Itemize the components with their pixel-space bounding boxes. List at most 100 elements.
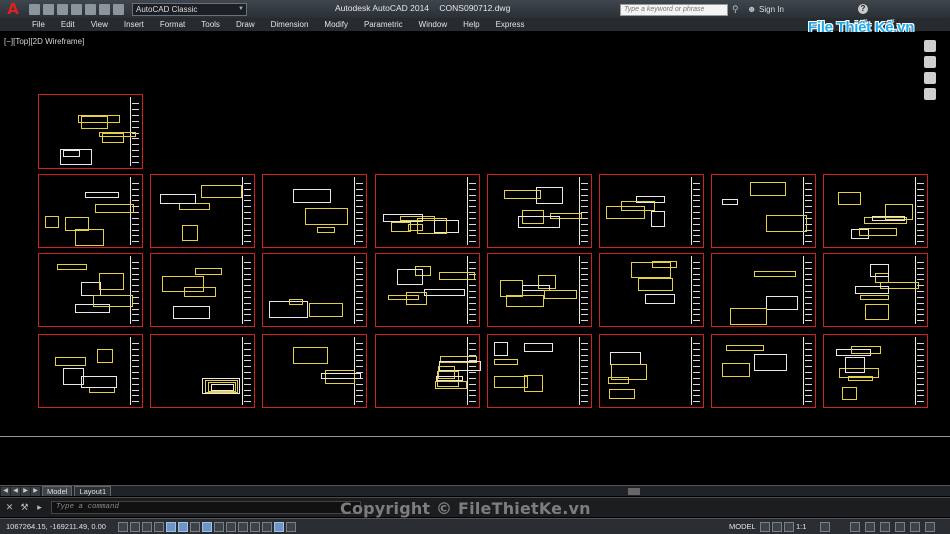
tab-layout1[interactable]: Layout1 [74,486,112,496]
sheet-title-block [130,337,140,405]
menu-modify[interactable]: Modify [324,20,348,29]
drawing-sheet[interactable] [150,253,255,327]
drawing-sheet[interactable] [375,334,481,408]
menu-insert[interactable]: Insert [124,20,144,29]
annotation-visibility-icon[interactable] [820,522,830,532]
drawing-sheet[interactable] [711,174,816,248]
drawing-sheet[interactable] [262,334,367,408]
drawing-sheet[interactable] [150,334,255,408]
coordinate-readout[interactable]: 1067264.15, -169211.49, 0.00 [0,522,118,531]
polar-tracking-icon[interactable] [166,521,176,532]
next-tab-icon[interactable]: ▶ [21,486,30,496]
undo-icon[interactable] [99,3,110,15]
open-file-icon[interactable] [43,3,54,15]
grid-display-icon[interactable] [142,521,152,532]
drawing-sheet[interactable] [823,253,928,327]
search-input[interactable]: Type a keyword or phrase [620,4,728,16]
full-navigation-wheel-icon[interactable] [924,40,936,52]
workspace-switching-icon[interactable] [850,522,860,532]
dynamic-ucs-icon[interactable] [214,521,224,532]
drawing-sheet[interactable] [823,174,928,248]
dynamic-input-icon[interactable] [226,521,236,532]
menu-help[interactable]: Help [463,20,479,29]
menu-express[interactable]: Express [496,20,525,29]
drawing-sheet[interactable] [262,174,367,248]
drawing-sheet[interactable] [38,253,143,327]
drawing-sheet[interactable] [711,253,816,327]
drawing-sheet[interactable] [599,174,704,248]
selection-cycling-icon[interactable] [274,521,284,532]
command-input[interactable]: Type a command [51,501,361,514]
new-file-icon[interactable] [29,3,40,15]
drawing-sheet[interactable] [599,253,704,327]
drawing-sheet[interactable] [487,253,592,327]
lineweight-icon[interactable] [238,521,248,532]
hardware-acceleration-icon[interactable] [880,522,890,532]
drawing-sheet[interactable] [599,334,704,408]
drawing-sheet[interactable] [487,174,592,248]
drawing-sheet[interactable] [38,94,143,169]
tab-model[interactable]: Model [42,486,73,496]
drawing-viewport[interactable]: [−][Top][2D Wireframe] [0,32,950,484]
workspace-dropdown[interactable]: AutoCAD Classic ▼ [132,2,247,16]
drawing-sheet[interactable] [487,334,592,408]
model-space-toggle[interactable]: MODEL [729,522,756,531]
drawing-sheet[interactable] [38,174,143,248]
annotation-scale-icon[interactable] [784,522,794,532]
snap-mode-icon[interactable] [130,521,140,532]
annotation-scale-value[interactable]: 1:1 [796,522,806,531]
prev-tab-icon[interactable]: ◀ [11,486,20,496]
quick-view-layouts-icon[interactable] [760,522,770,532]
save-as-icon[interactable] [71,3,82,15]
object-snap-icon[interactable] [178,521,188,532]
isolate-objects-icon[interactable] [895,522,905,532]
customize-wrench-icon[interactable]: ⚒ [19,502,30,513]
help-icon[interactable]: ? [858,4,868,14]
menu-parametric[interactable]: Parametric [364,20,403,29]
drawing-sheet[interactable] [150,174,255,248]
save-icon[interactable] [57,3,68,15]
menu-tools[interactable]: Tools [201,20,220,29]
menu-file[interactable]: File [32,20,45,29]
first-tab-icon[interactable]: ◀ [1,486,10,496]
menu-dimension[interactable]: Dimension [271,20,309,29]
infer-constraints-icon[interactable] [118,521,128,532]
print-icon[interactable] [85,3,96,15]
menu-draw[interactable]: Draw [236,20,255,29]
object-snap-tracking-icon[interactable] [202,521,212,532]
zoom-icon[interactable] [924,72,936,84]
3d-object-snap-icon[interactable] [190,521,200,532]
last-tab-icon[interactable]: ▶ [31,486,40,496]
viewport-controls-label[interactable]: [−][Top][2D Wireframe] [4,37,84,46]
menu-window[interactable]: Window [419,20,447,29]
drawing-sheet[interactable] [38,334,143,408]
horizontal-scrollbar[interactable] [628,488,640,495]
user-icon[interactable]: ☻ [747,4,757,14]
drawing-detail [651,211,665,227]
redo-icon[interactable] [113,3,124,15]
drawing-sheet[interactable] [375,253,480,327]
command-prompt-icon[interactable]: ▸ [34,502,45,513]
orbit-icon[interactable] [924,88,936,100]
menu-edit[interactable]: Edit [61,20,75,29]
clean-screen-icon[interactable] [925,522,935,532]
quick-view-drawings-icon[interactable] [772,522,782,532]
drawing-sheet[interactable] [375,174,480,248]
drawing-sheet[interactable] [823,334,928,408]
drawing-sheet[interactable] [711,334,816,408]
autocad-a-icon[interactable]: A [0,0,26,18]
drawing-sheet[interactable] [262,253,367,327]
lock-icon[interactable] [865,522,875,532]
binoculars-icon[interactable]: ⚲ [732,4,742,14]
menu-format[interactable]: Format [160,20,185,29]
ortho-mode-icon[interactable] [154,521,164,532]
menu-view[interactable]: View [91,20,108,29]
close-icon[interactable]: ✕ [4,502,15,513]
application-status-icon[interactable] [910,522,920,532]
transparency-icon[interactable] [250,521,260,532]
sign-in-link[interactable]: Sign In [759,5,784,14]
navigation-bar[interactable] [915,38,945,118]
annotation-monitor-icon[interactable] [286,521,296,532]
pan-icon[interactable] [924,56,936,68]
quick-properties-icon[interactable] [262,521,272,532]
